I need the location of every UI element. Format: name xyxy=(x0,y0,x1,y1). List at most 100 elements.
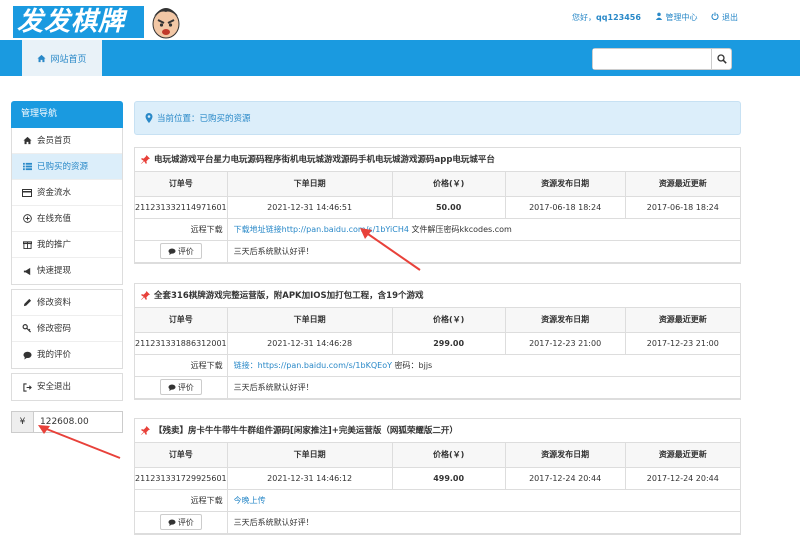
publish-date: 2017-06-18 18:24 xyxy=(504,195,626,219)
download-label: 远程下载 xyxy=(135,217,228,241)
order-card: 【残卖】房卡牛牛带牛牛群组件源码[闲家推注]+完美运营版（网狐荣耀版二开） 订单… xyxy=(134,418,741,535)
publish-date: 2017-12-23 21:00 xyxy=(504,331,626,355)
order-table: 订单号 下单日期 价格(￥) 资源发布日期 资源最近更新 21123133172… xyxy=(135,443,740,534)
comment-icon xyxy=(22,350,32,360)
sidebar-group-profile: 修改资料 修改密码 我的评价 xyxy=(11,289,123,369)
circle-plus-icon xyxy=(22,214,32,224)
review-comment: 三天后系统默认好评！ xyxy=(226,510,740,534)
sidebar-item-recharge[interactable]: 在线充值 xyxy=(12,206,122,232)
order-title[interactable]: 电玩城游戏平台星力电玩源码程序街机电玩城游戏源码手机电玩城游戏源码app电玩城平… xyxy=(135,148,740,172)
review-button[interactable]: 评价 xyxy=(159,243,202,259)
order-price: 299.00 xyxy=(391,331,506,355)
table-row: 远程下载 下载地址链接http://pan.baidu.com/s/1bYiCH… xyxy=(135,217,740,241)
breadcrumb: 当前位置：已购买的资源 xyxy=(134,101,741,135)
sidebar-title: 管理导航 xyxy=(11,101,123,128)
sidebar-item-my-reviews[interactable]: 我的评价 xyxy=(12,342,122,368)
logo-text: 发发棋牌 xyxy=(13,6,144,38)
sidebar-item-fund-flow[interactable]: 资金流水 xyxy=(12,180,122,206)
order-price: 50.00 xyxy=(391,195,506,219)
pin-icon xyxy=(141,426,150,435)
sidebar-item-logout[interactable]: 安全退出 xyxy=(12,374,122,400)
order-table: 订单号 下单日期 价格(￥) 资源发布日期 资源最近更新 21123133211… xyxy=(135,172,740,263)
sidebar-item-change-password[interactable]: 修改密码 xyxy=(12,316,122,342)
balance-value: 122608.00 xyxy=(40,417,89,427)
order-number: 211231332114971601 xyxy=(135,195,228,219)
update-date: 2017-06-18 18:24 xyxy=(624,195,740,219)
home-icon xyxy=(22,136,32,146)
key-icon xyxy=(22,324,32,334)
table-row: 211231331729925601 2021-12-31 14:46:12 4… xyxy=(135,466,740,490)
review-button[interactable]: 评价 xyxy=(159,379,202,395)
card-icon xyxy=(22,188,32,198)
manage-center-link[interactable]: 管理中心 xyxy=(655,12,697,23)
site-logo[interactable]: 发发棋牌 xyxy=(13,4,183,40)
order-number: 211231331886312001 xyxy=(135,331,228,355)
order-date: 2021-12-31 14:46:28 xyxy=(226,331,393,355)
order-title[interactable]: 【残卖】房卡牛牛带牛牛群组件源码[闲家推注]+完美运营版（网狐荣耀版二开） xyxy=(135,419,740,443)
download-label: 远程下载 xyxy=(135,488,228,512)
table-row: 评价 三天后系统默认好评！ xyxy=(135,510,740,534)
table-row: 远程下载 链接：https://pan.baidu.com/s/1bKQEoY … xyxy=(135,353,740,377)
search-button[interactable] xyxy=(711,49,731,69)
sidebar-group-account: 会员首页 已购买的资源 资金流水 在线充值 我的推广 快速提现 xyxy=(11,128,123,285)
top-links: 您好，qq123456 管理中心 退出 xyxy=(572,12,738,23)
bullhorn-icon xyxy=(22,266,32,276)
power-icon xyxy=(711,12,719,21)
logout-icon xyxy=(22,382,32,392)
table-row: 211231331886312001 2021-12-31 14:46:28 2… xyxy=(135,331,740,355)
update-date: 2017-12-23 21:00 xyxy=(624,331,740,355)
review-comment: 三天后系统默认好评！ xyxy=(226,375,740,399)
top-bar: 发发棋牌 您好，qq123456 管理中心 退出 xyxy=(0,0,800,40)
username[interactable]: qq123456 xyxy=(596,13,641,22)
table-row: 评价 三天后系统默认好评！ xyxy=(135,375,740,399)
list-icon xyxy=(22,162,32,172)
order-table: 订单号 下单日期 价格(￥) 资源发布日期 资源最近更新 21123133188… xyxy=(135,308,740,399)
table-row: 远程下载 今晚上传 xyxy=(135,488,740,512)
table-row: 211231332114971601 2021-12-31 14:46:51 5… xyxy=(135,195,740,219)
pin-icon xyxy=(141,155,150,164)
order-card: 电玩城游戏平台星力电玩源码程序街机电玩城游戏源码手机电玩城游戏源码app电玩城平… xyxy=(134,147,741,264)
user-greeting: 您好，qq123456 xyxy=(572,13,641,22)
table-row: 评价 三天后系统默认好评！ xyxy=(135,239,740,263)
order-title[interactable]: 全套316棋牌游戏完整运营版，附APK加IOS加打包工程，含19个游戏 xyxy=(135,284,740,308)
update-date: 2017-12-24 20:44 xyxy=(624,466,740,490)
search-box xyxy=(592,48,732,70)
sidebar: 管理导航 会员首页 已购买的资源 资金流水 在线充值 我的推广 快速提现 修改资… xyxy=(11,101,123,401)
pencil-icon xyxy=(22,298,32,308)
location-pin-icon xyxy=(145,113,153,123)
sidebar-item-edit-profile[interactable]: 修改资料 xyxy=(12,290,122,316)
nav-home-tab[interactable]: 网站首页 xyxy=(22,40,102,76)
review-button[interactable]: 评价 xyxy=(159,514,202,530)
balance-display: ¥ 122608.00 xyxy=(11,411,123,433)
search-input[interactable] xyxy=(593,49,711,69)
comment-icon xyxy=(168,248,176,255)
order-date: 2021-12-31 14:46:12 xyxy=(226,466,393,490)
user-icon xyxy=(655,12,663,20)
search-icon xyxy=(716,54,727,64)
download-label: 远程下载 xyxy=(135,353,228,377)
sidebar-item-withdraw[interactable]: 快速提现 xyxy=(12,258,122,284)
comment-icon xyxy=(168,384,176,391)
download-link[interactable]: 下载地址链接http://pan.baidu.com/s/1bYiCH4 xyxy=(234,225,409,234)
logo-mascot-icon xyxy=(152,8,180,39)
download-link[interactable]: 链接：https://pan.baidu.com/s/1bKQEoY xyxy=(234,361,392,370)
download-link[interactable]: 今晚上传 xyxy=(234,496,266,505)
currency-symbol: ¥ xyxy=(12,412,34,432)
review-comment: 三天后系统默认好评！ xyxy=(226,239,740,263)
sidebar-item-member-home[interactable]: 会员首页 xyxy=(12,128,122,154)
comment-icon xyxy=(168,519,176,526)
pin-icon xyxy=(141,291,150,300)
sidebar-item-purchased[interactable]: 已购买的资源 xyxy=(12,154,122,180)
download-extra: 密码：bjjs xyxy=(391,360,433,370)
order-date: 2021-12-31 14:46:51 xyxy=(226,195,393,219)
download-extra: 文件解压密码kkcodes.com xyxy=(408,224,512,234)
order-price: 499.00 xyxy=(391,466,506,490)
logout-link[interactable]: 退出 xyxy=(711,12,738,23)
order-number: 211231331729925601 xyxy=(135,466,228,490)
home-icon xyxy=(37,54,47,62)
sidebar-group-logout: 安全退出 xyxy=(11,373,123,401)
order-card: 全套316棋牌游戏完整运营版，附APK加IOS加打包工程，含19个游戏 订单号 … xyxy=(134,283,741,400)
gift-icon xyxy=(22,240,32,250)
publish-date: 2017-12-24 20:44 xyxy=(504,466,626,490)
sidebar-item-promotion[interactable]: 我的推广 xyxy=(12,232,122,258)
